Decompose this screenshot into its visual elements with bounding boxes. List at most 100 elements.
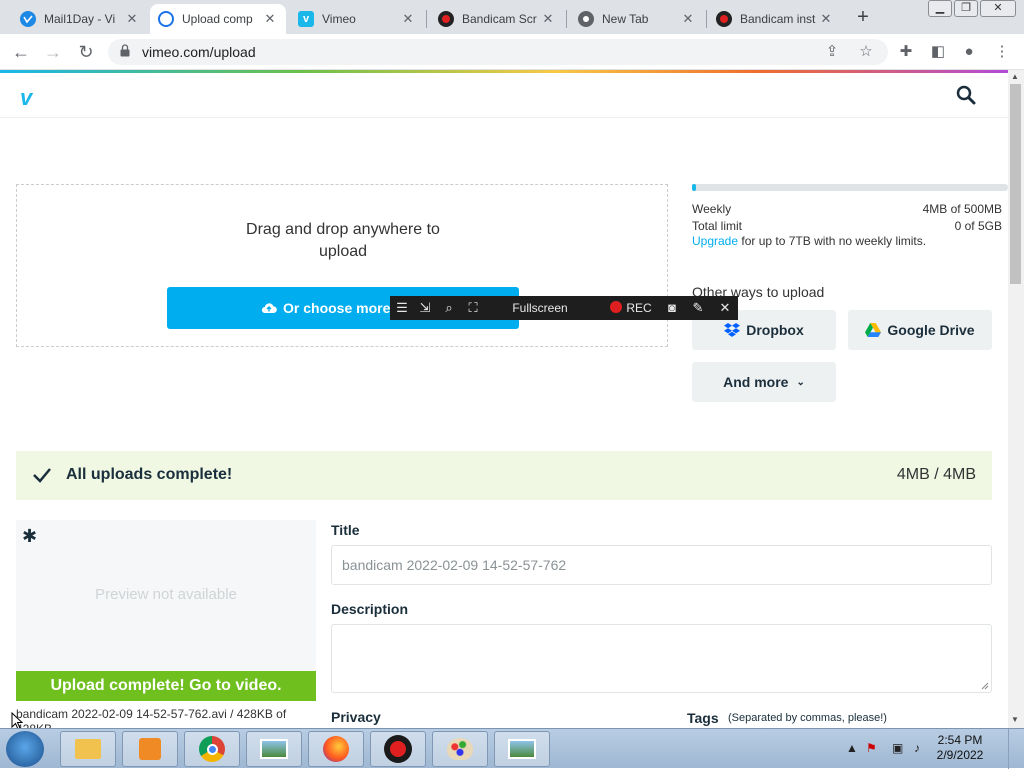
start-button[interactable]	[6, 731, 44, 767]
uploads-complete-text: All uploads complete!	[66, 466, 233, 483]
tray-expand-icon[interactable]: ▲	[846, 741, 858, 755]
close-window-button[interactable]: ✕	[980, 0, 1016, 17]
upload-complete-banner: All uploads complete! 4MB / 4MB	[16, 451, 992, 500]
new-tab-button[interactable]: +	[852, 6, 874, 28]
reload-icon[interactable]: ↻	[75, 41, 97, 63]
tab-separator	[566, 10, 567, 28]
title-input[interactable]: bandicam 2022-02-09 14-52-57-762	[331, 545, 992, 585]
close-icon[interactable]: ✕	[540, 11, 556, 27]
shrink-icon[interactable]: ⇲	[418, 300, 432, 316]
tab-title: New Tab	[602, 12, 649, 26]
share-icon[interactable]: ⇪	[822, 42, 842, 62]
clock-time: 2:54 PM	[937, 733, 983, 747]
vimeo-upload-page: v Drag and drop anywhere to upload Or ch…	[0, 73, 1008, 728]
weekly-label: Weekly	[692, 202, 732, 216]
scroll-thumb[interactable]	[1010, 84, 1021, 284]
search-icon[interactable]	[956, 85, 976, 105]
tab-new-tab[interactable]: New Tab ✕	[570, 4, 704, 34]
crop-icon[interactable]: ⛶	[466, 300, 480, 316]
taskbar-explorer[interactable]	[60, 731, 116, 767]
profile-avatar-icon[interactable]: ●	[959, 42, 979, 62]
tab-upload-complete[interactable]: Upload comp ✕	[150, 4, 286, 34]
tab-strip: Mail1Day - Vi ✕ Upload comp ✕ v Vimeo ✕ …	[0, 0, 1024, 34]
cloud-upload-icon	[261, 303, 277, 314]
paint-palette-icon	[447, 738, 473, 760]
close-icon[interactable]: ✕	[262, 11, 278, 27]
network-icon[interactable]: ▣	[892, 741, 903, 755]
gear-icon[interactable]: ✱	[22, 526, 37, 547]
tab-title: Mail1Day - Vi	[44, 12, 116, 26]
tab-mail1day[interactable]: Mail1Day - Vi ✕	[12, 4, 148, 34]
rec-button[interactable]: REC	[624, 300, 654, 316]
drop-zone[interactable]: Drag and drop anywhere to upload Or choo…	[16, 184, 668, 347]
tab-bandicam-screen[interactable]: Bandicam Scr ✕	[430, 4, 564, 34]
upload-size-total: 4MB / 4MB	[896, 466, 976, 483]
system-clock[interactable]: 2:54 PM 2/9/2022	[930, 733, 990, 763]
menu-kebab-icon[interactable]: ⋮	[992, 42, 1012, 62]
close-icon[interactable]: ✕	[124, 11, 140, 27]
dropbox-label: Dropbox	[746, 322, 804, 338]
dropbox-icon	[724, 322, 741, 338]
upgrade-text: for up to 7TB with no weekly limits.	[738, 234, 927, 248]
back-arrow-icon[interactable]: ←	[10, 41, 32, 63]
and-more-button[interactable]: And more ⌄	[692, 362, 836, 402]
close-icon[interactable]: ✕	[718, 300, 732, 316]
minimize-button[interactable]: ▁	[928, 0, 952, 17]
close-icon[interactable]: ✕	[680, 11, 696, 27]
select-area-icon[interactable]: ⌕	[442, 300, 456, 316]
taskbar-bandicam[interactable]	[370, 731, 426, 767]
taskbar-chrome[interactable]	[184, 731, 240, 767]
tab-separator	[706, 10, 707, 28]
vimeo-square-icon: v	[298, 11, 314, 27]
chrome-icon	[199, 736, 225, 762]
go-to-video-button[interactable]: Upload complete! Go to video.	[16, 671, 316, 701]
action-center-flag-icon[interactable]: ⚑	[866, 741, 877, 755]
pencil-icon[interactable]: ✎	[690, 300, 706, 316]
tab-bandicam-install[interactable]: Bandicam inst ✕	[708, 4, 842, 34]
taskbar-picture-viewer[interactable]	[246, 731, 302, 767]
scroll-down-icon[interactable]: ▼	[1011, 715, 1019, 724]
show-desktop-button[interactable]	[1008, 729, 1024, 769]
tags-hint: (Separated by commas, please!)	[728, 712, 887, 724]
taskbar-media-player[interactable]	[122, 731, 178, 767]
privacy-label: Privacy	[331, 709, 381, 725]
maximize-button[interactable]: ❐	[954, 0, 978, 17]
page-scrollbar[interactable]: ▲ ▼	[1008, 70, 1024, 728]
taskbar-firefox[interactable]	[308, 731, 364, 767]
tags-label: Tags	[687, 710, 719, 726]
taskbar-paint[interactable]	[432, 731, 488, 767]
volume-icon[interactable]: ♪	[914, 741, 920, 755]
media-player-icon	[139, 738, 161, 760]
vimeo-logo[interactable]: v	[20, 85, 32, 111]
taskbar-picture-viewer-2[interactable]	[494, 731, 550, 767]
quota-progress-fill	[692, 184, 696, 191]
upgrade-line: Upgrade for up to 7TB with no weekly lim…	[692, 234, 926, 248]
clock-date: 2/9/2022	[936, 748, 984, 762]
camera-icon[interactable]: ◙	[664, 300, 680, 316]
bandicam-icon	[384, 735, 412, 763]
url-text: vimeo.com/upload	[142, 44, 256, 60]
tab-title: Bandicam inst	[740, 12, 816, 26]
menu-icon[interactable]: ☰	[395, 300, 409, 316]
chevron-down-icon: ⌄	[796, 376, 805, 388]
bookmark-star-icon[interactable]: ☆	[856, 42, 876, 62]
file-info: bandicam 2022-02-09 14-52-57-762.avi / 4…	[16, 707, 287, 728]
side-panel-icon[interactable]: ◧	[928, 42, 948, 62]
description-textarea[interactable]	[331, 624, 992, 693]
bandicam-icon	[716, 11, 732, 27]
resize-grip-icon[interactable]	[981, 682, 989, 690]
preview-placeholder: Preview not available	[95, 586, 237, 603]
google-drive-button[interactable]: Google Drive	[848, 310, 992, 350]
address-bar[interactable]: vimeo.com/upload ⇪ ☆	[108, 39, 888, 65]
tab-vimeo[interactable]: v Vimeo ✕	[290, 4, 424, 34]
scroll-up-icon[interactable]: ▲	[1011, 72, 1019, 81]
fullscreen-label[interactable]: Fullscreen	[494, 300, 586, 316]
close-icon[interactable]: ✕	[400, 11, 416, 27]
forward-arrow-icon[interactable]: →	[42, 41, 64, 63]
close-icon[interactable]: ✕	[818, 11, 834, 27]
bandicam-recorder-toolbar: ☰ ⇲ ⌕ ⛶ Fullscreen REC ◙ ✎ ✕	[390, 296, 738, 320]
upgrade-link[interactable]: Upgrade	[692, 234, 738, 248]
video-preview: ✱ Preview not available	[16, 520, 316, 671]
extensions-puzzle-icon[interactable]: ✚	[896, 42, 916, 62]
record-dot-icon[interactable]	[608, 300, 624, 316]
